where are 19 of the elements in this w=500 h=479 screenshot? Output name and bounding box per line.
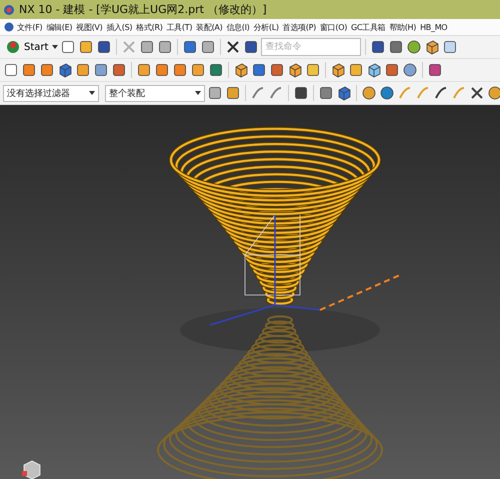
search-field[interactable]: 查找命令 [261,38,362,56]
scope-dropdown[interactable]: 整个装配 [105,84,205,102]
menu-item[interactable]: GC工具箱 [349,22,388,32]
menu-item[interactable]: 视图(V) [74,22,104,32]
menu-item[interactable]: 信息(I) [224,22,252,32]
filter-dropdown[interactable]: 没有选择过滤器 [3,84,99,102]
menu-item[interactable]: 窗口(O) [318,22,350,32]
menu-item[interactable]: 格式(R) [134,22,165,32]
menu-item[interactable]: 工具(T) [164,22,194,32]
menu-item[interactable]: 帮助(H) [387,22,418,32]
menu-item[interactable]: 装配(A) [194,22,224,32]
menu-item[interactable]: 文件(F) [15,22,44,32]
window-title: NX 10 - 建模 - [学UG就上UG网2.prt （修改的）] [19,2,267,17]
menu-item[interactable]: 分析(L) [252,22,281,32]
menu-item[interactable]: 插入(S) [104,22,134,32]
start-button[interactable]: Start [3,39,50,55]
menu-item[interactable]: 编辑(E) [44,22,74,32]
menu-item[interactable]: HB_MO [418,22,450,32]
menu-item[interactable]: 首选项(P) [280,22,318,32]
